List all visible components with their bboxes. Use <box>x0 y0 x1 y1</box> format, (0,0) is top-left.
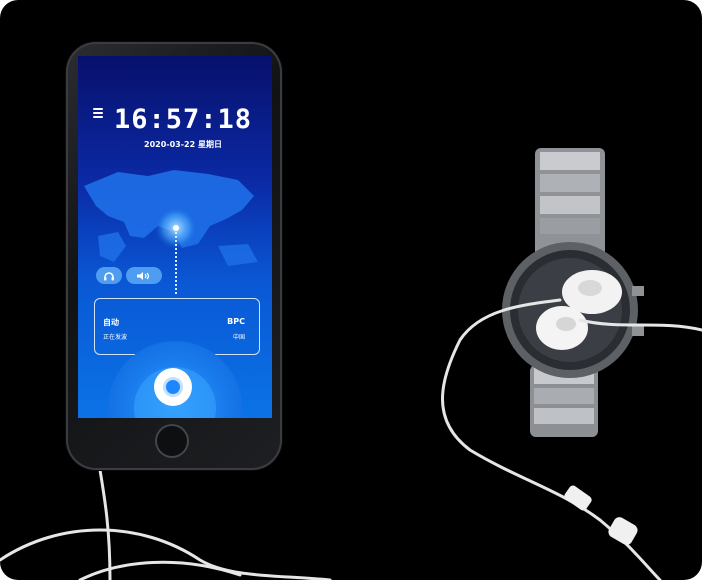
play-icon <box>166 380 180 394</box>
clock-time: 16:57:18 <box>113 104 253 135</box>
cable-remote <box>564 485 592 511</box>
station-label: BPC <box>227 317 245 326</box>
app-screen: 16:57:18 2020-03-22 星期日 自动 正在发波 BPC 中国 <box>78 56 272 418</box>
mode-label: 自动 <box>103 318 119 327</box>
photo-frame: 16:57:18 2020-03-22 星期日 自动 正在发波 BPC 中国 <box>0 0 702 580</box>
menu-icon[interactable] <box>93 108 103 118</box>
headphones-icon <box>104 271 114 280</box>
home-button[interactable] <box>155 424 189 458</box>
speaker-icon <box>137 271 150 280</box>
clock-date: 2020-03-22 星期日 <box>144 140 222 149</box>
transmit-button[interactable] <box>154 368 192 406</box>
speaker-toggle[interactable] <box>126 267 162 284</box>
signal-line-upper <box>175 232 177 294</box>
headphones-toggle[interactable] <box>96 267 122 284</box>
status-label: 正在发波 <box>103 334 128 341</box>
country-label: 中国 <box>232 334 245 341</box>
cable-splitter <box>608 517 638 545</box>
